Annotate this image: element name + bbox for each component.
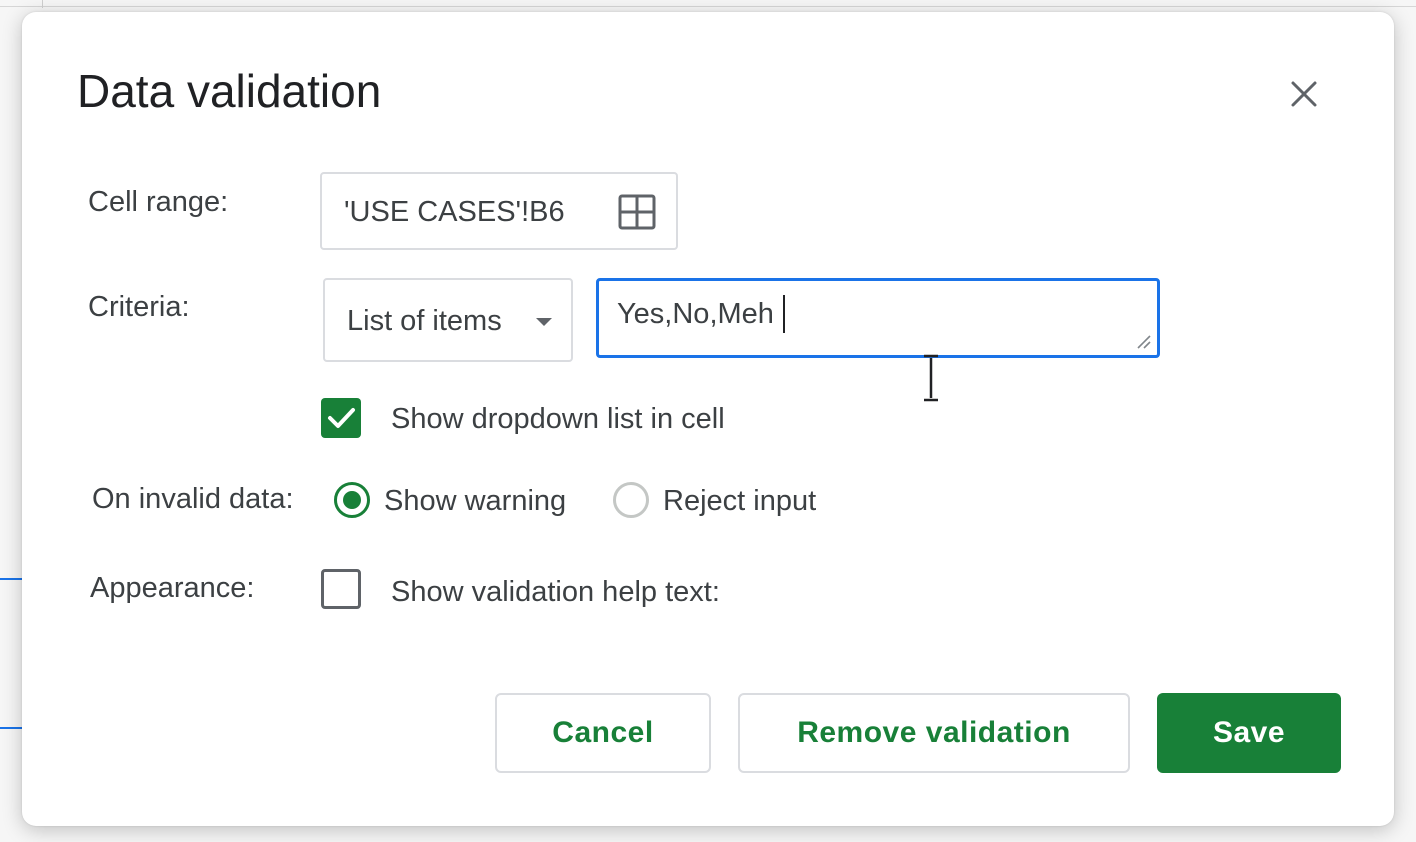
save-button[interactable]: Save [1157,693,1341,773]
close-icon [1291,81,1317,107]
appearance-label: Appearance: [90,572,255,604]
grid-line [0,6,1416,7]
selection-border [0,727,24,729]
checkmark-icon [328,408,355,428]
criteria-type-value: List of items [347,305,502,337]
reject-input-radio[interactable] [613,482,649,518]
chevron-down-icon [536,318,552,326]
data-validation-dialog: Data validation Cell range: 'USE CASES'!… [22,12,1394,826]
close-button[interactable] [1284,74,1324,114]
show-dropdown-label[interactable]: Show dropdown list in cell [391,405,725,434]
show-warning-label[interactable]: Show warning [384,487,566,516]
text-cursor [783,295,785,333]
list-items-value: Yes,No,Meh [617,298,774,330]
show-dropdown-checkbox[interactable] [321,398,361,438]
grid-line [42,0,43,8]
ibeam-cursor-icon [924,354,938,402]
cancel-button[interactable]: Cancel [495,693,711,773]
reject-input-label[interactable]: Reject input [663,487,816,516]
cell-range-value: 'USE CASES'!B6 [344,196,565,228]
invalid-data-label: On invalid data: [92,483,294,515]
dialog-title: Data validation [77,65,382,117]
list-items-input[interactable]: Yes,No,Meh [596,278,1160,358]
remove-validation-button[interactable]: Remove validation [738,693,1130,773]
show-help-text-label[interactable]: Show validation help text: [391,578,720,607]
selection-border [0,578,24,580]
criteria-type-select[interactable]: List of items [323,278,573,362]
resize-handle-icon[interactable] [1135,333,1151,349]
show-help-text-checkbox[interactable] [321,569,361,609]
criteria-label: Criteria: [88,291,190,323]
show-warning-radio[interactable] [334,482,370,518]
cell-range-label: Cell range: [88,186,229,218]
grid-select-icon[interactable] [618,193,656,231]
cell-range-input[interactable]: 'USE CASES'!B6 [320,172,678,250]
